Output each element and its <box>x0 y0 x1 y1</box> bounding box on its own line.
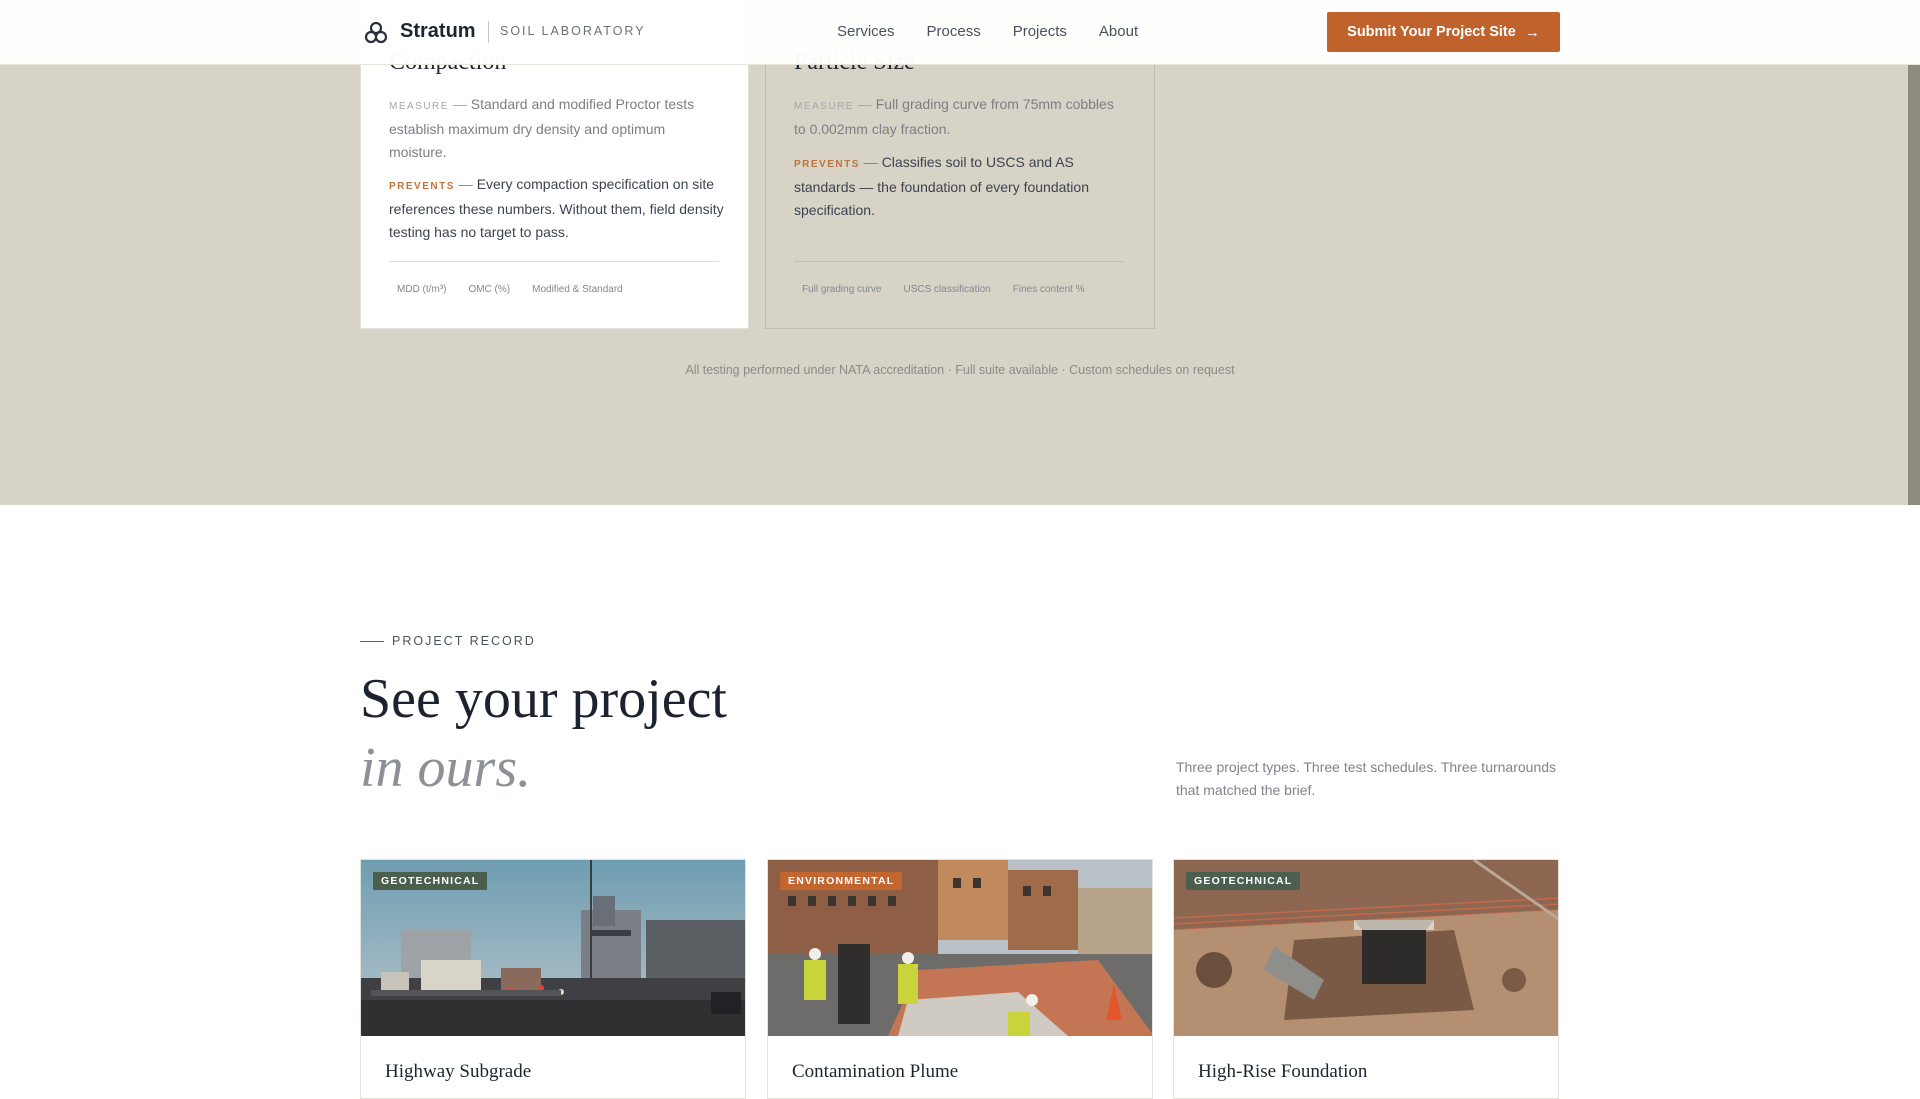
section-eyebrow: PROJECT RECORD <box>392 634 536 648</box>
arrow-right-icon: → <box>1524 23 1540 41</box>
dash: — <box>863 154 878 170</box>
nav-link-services[interactable]: Services <box>837 23 895 40</box>
chip: USCS classification <box>903 284 991 295</box>
prevents-text: PREVENTS — Every compaction specificatio… <box>389 173 724 244</box>
prevents-tag: PREVENTS <box>389 181 455 192</box>
divider <box>389 261 719 262</box>
chip: MDD (t/m³) <box>397 284 447 295</box>
chip: Fines content % <box>1012 284 1085 295</box>
project-badge: GEOTECHNICAL <box>373 872 488 890</box>
cta-label: Submit Your Project Site <box>1347 24 1516 40</box>
eyebrow-line <box>360 641 384 642</box>
project-badge: ENVIRONMENTAL <box>780 872 903 890</box>
section-heading-italic: in ours. <box>360 737 532 799</box>
divider <box>794 261 1124 262</box>
measure-text: MEASURE — Standard and modified Proctor … <box>389 93 724 164</box>
nav-link-about[interactable]: About <box>1099 23 1138 40</box>
measure-text: MEASURE — Full grading curve from 75mm c… <box>794 93 1129 141</box>
dash: — <box>458 176 473 192</box>
measure-tag: MEASURE <box>389 101 449 112</box>
measure-tag: MEASURE <box>794 101 854 112</box>
section-intro: Three project types. Three test schedule… <box>1176 759 1557 798</box>
dash: — <box>452 96 467 112</box>
scrollbar-thumb[interactable] <box>1908 64 1920 505</box>
project-card-contamination-plume[interactable]: ENVIRONMENTAL Contamination Plume <box>767 859 1153 1099</box>
brand-divider <box>488 21 489 43</box>
submit-project-site-button[interactable]: Submit Your Project Site → <box>1327 12 1560 52</box>
services-section: Compaction MEASURE — Standard and modifi… <box>0 0 1920 505</box>
chip: Full grading curve <box>802 284 882 295</box>
section-heading: See your project <box>360 668 727 730</box>
chip: OMC (%) <box>468 284 511 295</box>
prevents-tag: PREVENTS <box>794 159 860 170</box>
brand-subtitle: SOIL LABORATORY <box>500 24 646 38</box>
main-nav: Services Process Projects About <box>837 23 1170 40</box>
nav-link-projects[interactable]: Projects <box>1013 23 1067 40</box>
top-nav: Stratum SOIL LABORATORY Services Process… <box>0 0 1920 65</box>
brand-name[interactable]: Stratum <box>400 20 476 43</box>
accreditation-note: All testing performed under NATA accredi… <box>685 363 1235 377</box>
dash: — <box>857 96 872 112</box>
project-badge: GEOTECHNICAL <box>1186 872 1301 890</box>
chip-list: Full grading curve USCS classification F… <box>802 284 1106 295</box>
chip: Modified & Standard <box>532 284 623 295</box>
project-card-highway-subgrade[interactable]: GEOTECHNICAL Highway Subgrade <box>360 859 746 1099</box>
project-card-high-rise-foundation[interactable]: GEOTECHNICAL High-Rise Foundation <box>1173 859 1559 1099</box>
stratum-logo-icon[interactable] <box>363 20 389 46</box>
nav-link-process[interactable]: Process <box>927 23 981 40</box>
chip-list: MDD (t/m³) OMC (%) Modified & Standard <box>397 284 645 295</box>
prevents-text: PREVENTS — Classifies soil to USCS and A… <box>794 151 1129 222</box>
